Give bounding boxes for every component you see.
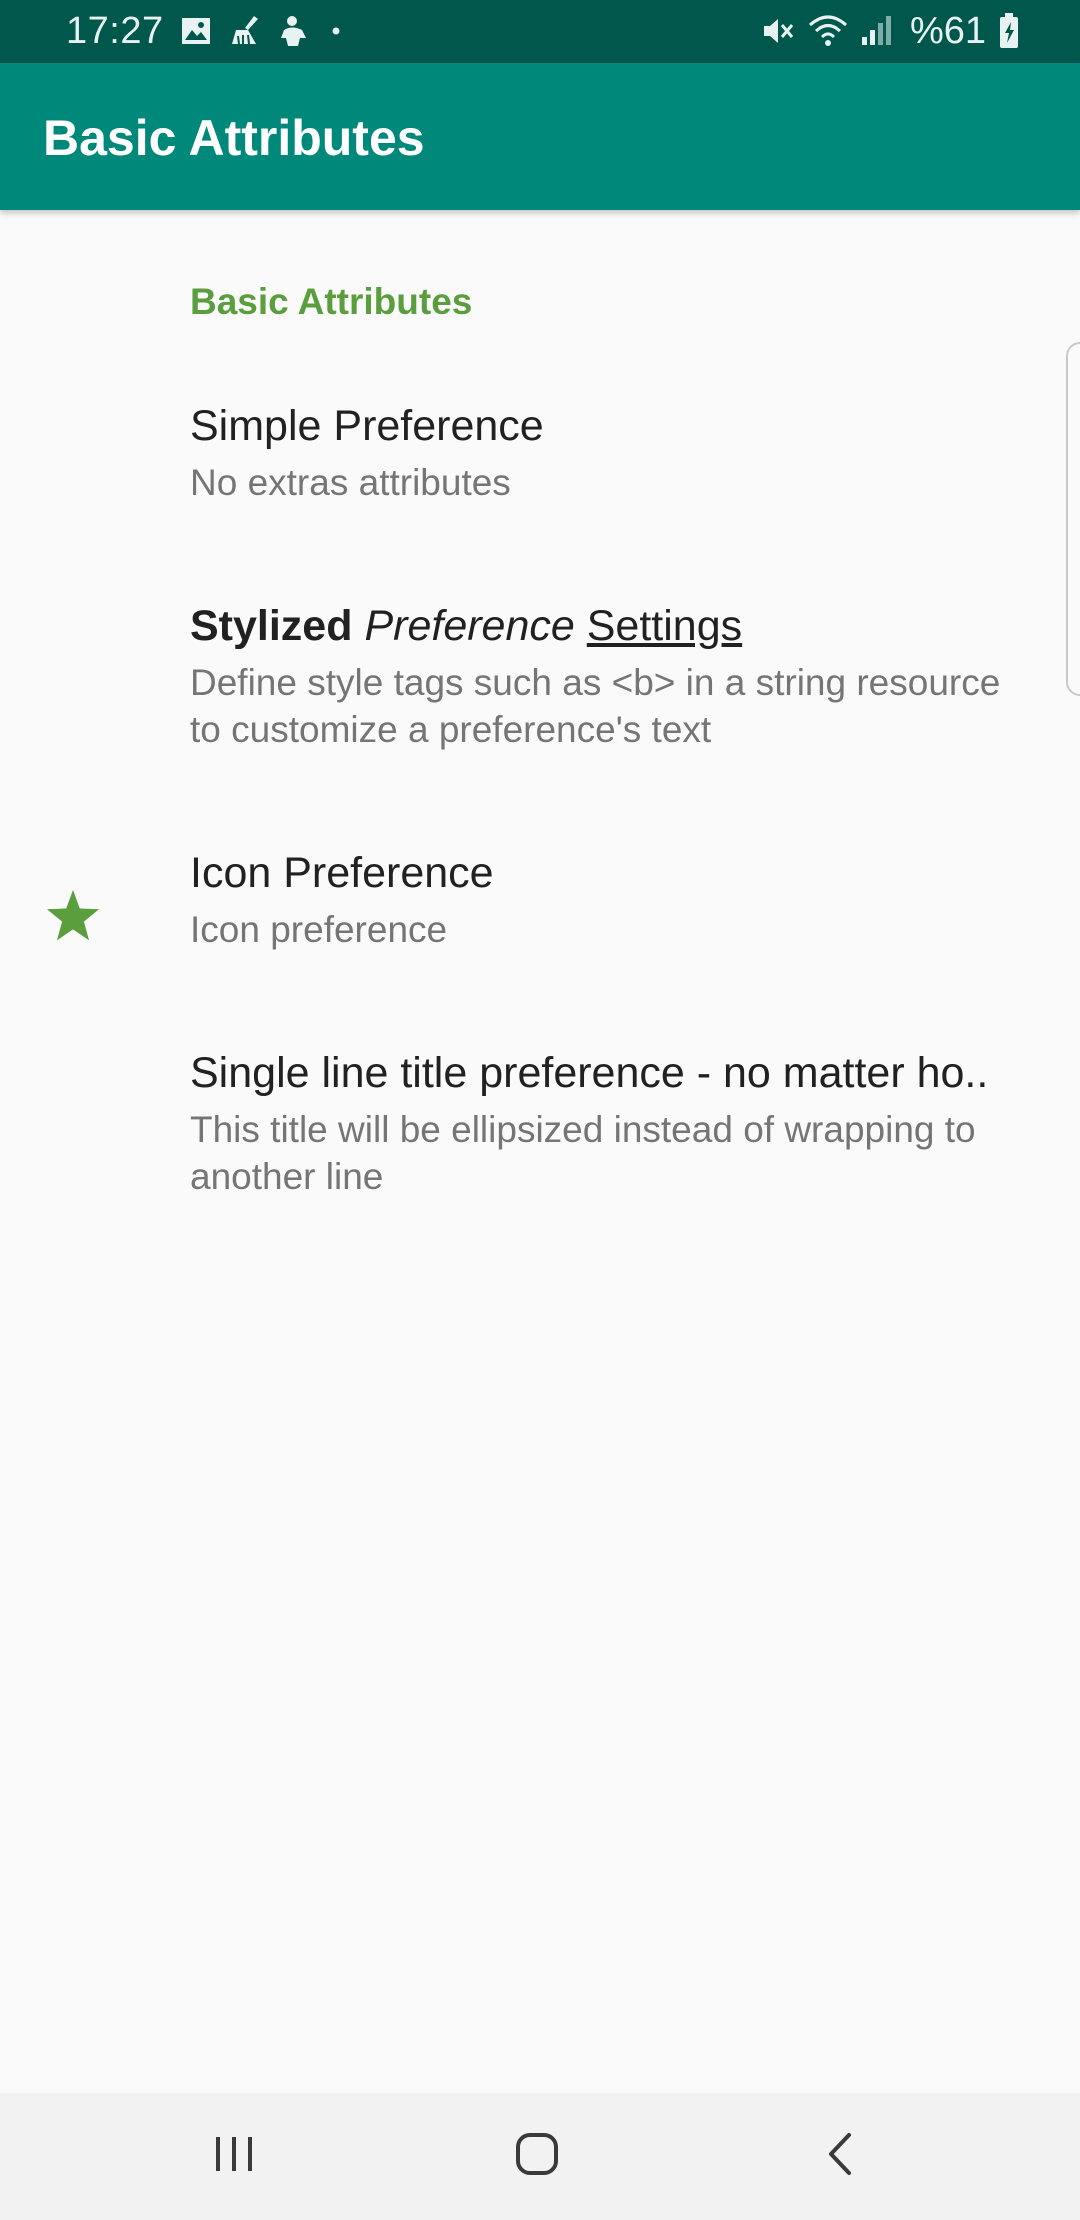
pref-simple-summary: No extras attributes bbox=[190, 462, 511, 503]
pref-simple[interactable]: Simple Preference No extras attributes bbox=[0, 380, 1080, 550]
status-notification-icons bbox=[180, 13, 346, 49]
edge-panel-handle[interactable] bbox=[1066, 342, 1080, 696]
pref-stylized-summary: Define style tags such as <b> in a strin… bbox=[190, 662, 1001, 750]
status-system-icons: %61 bbox=[760, 10, 1020, 52]
pref-stylized-title-italic: Preference bbox=[364, 602, 575, 650]
image-icon bbox=[180, 15, 212, 47]
pref-single-line-summary: This title will be ellipsized instead of… bbox=[190, 1109, 976, 1197]
pref-stylized[interactable]: Stylized Preference Settings Define styl… bbox=[0, 580, 1080, 780]
home-icon bbox=[514, 2131, 560, 2182]
battery-percentage: %61 bbox=[909, 10, 986, 52]
recents-icon bbox=[212, 2134, 256, 2179]
battery-icon bbox=[998, 12, 1020, 50]
pref-single-line[interactable]: Single line title preference - no matter… bbox=[0, 1027, 1080, 1227]
category-title: Basic Attributes bbox=[190, 281, 473, 322]
home-button[interactable] bbox=[497, 2123, 577, 2189]
app-bar-title: Basic Attributes bbox=[43, 110, 425, 166]
recents-button[interactable] bbox=[194, 2123, 274, 2189]
pref-icon[interactable]: Icon Preference Icon preference bbox=[0, 827, 1080, 997]
app-bar: Basic Attributes bbox=[0, 63, 1080, 210]
back-icon bbox=[825, 2131, 855, 2182]
pref-icon-summary: Icon preference bbox=[190, 909, 448, 950]
star-icon bbox=[44, 887, 102, 945]
navigation-bar bbox=[0, 2093, 1080, 2220]
preference-list: Basic Attributes Simple Preference No ex… bbox=[0, 210, 1080, 2093]
pref-simple-title: Simple Preference bbox=[190, 402, 544, 450]
mute-icon bbox=[760, 13, 796, 49]
wifi-icon bbox=[808, 13, 848, 49]
pref-icon-title: Icon Preference bbox=[190, 849, 494, 897]
pref-stylized-title: Stylized Preference Settings bbox=[190, 600, 1030, 652]
status-time: 17:27 bbox=[66, 10, 164, 52]
signal-icon bbox=[860, 13, 894, 49]
dot-icon bbox=[326, 15, 346, 47]
screen: 17:27 %61 Basic Attributes Basic Attribu… bbox=[0, 0, 1080, 2220]
back-button[interactable] bbox=[800, 2123, 880, 2189]
pref-single-line-title: Single line title preference - no matter… bbox=[190, 1049, 989, 1097]
status-bar: 17:27 %61 bbox=[0, 0, 1080, 63]
pref-stylized-title-underline: Settings bbox=[586, 602, 743, 650]
pref-stylized-title-bold: Stylized bbox=[190, 602, 353, 650]
broom-icon bbox=[228, 14, 262, 48]
hand-icon bbox=[278, 14, 310, 48]
